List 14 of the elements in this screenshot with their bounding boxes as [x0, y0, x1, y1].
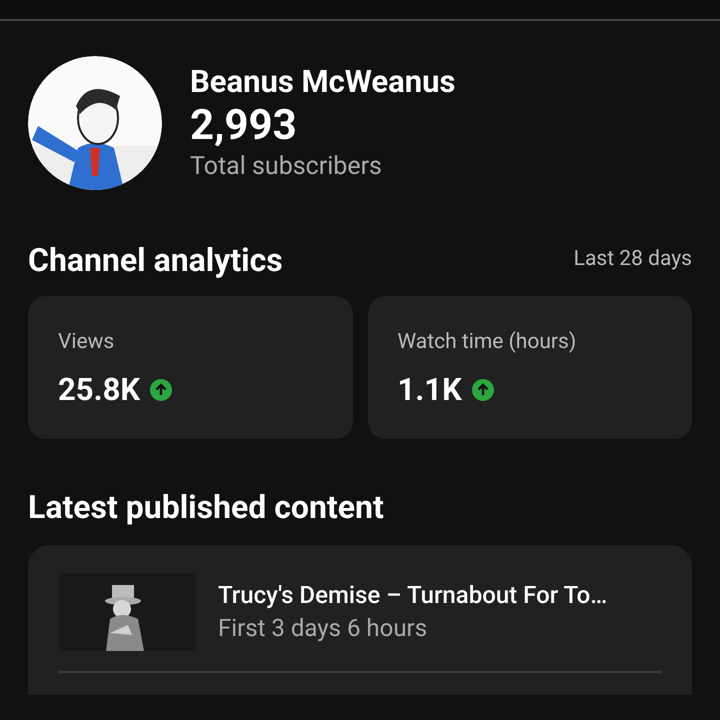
metric-label: Views: [58, 329, 116, 356]
metric-value: 1.1K: [398, 370, 462, 410]
section-heading: Latest published content: [27, 487, 385, 527]
subscriber-count: 2,993: [190, 101, 298, 151]
section-heading: Channel analytics: [28, 240, 283, 280]
metric-value: 25.8K: [58, 370, 140, 410]
metric-label: Watch time (hours): [398, 329, 578, 356]
channel-name: Beanus McWeanus: [190, 63, 456, 101]
subscriber-label: Total subscribers: [190, 151, 383, 183]
video-stat: First 3 days 6 hours: [218, 613, 428, 644]
period-label: Last 28 days: [574, 246, 692, 274]
video-title[interactable]: Trucy's Demise – Turnabout For To…: [218, 579, 608, 611]
metric-card[interactable]: Watch time (hours) 1.1K: [368, 296, 692, 439]
metric-card[interactable]: Views 25.8K: [28, 296, 352, 439]
